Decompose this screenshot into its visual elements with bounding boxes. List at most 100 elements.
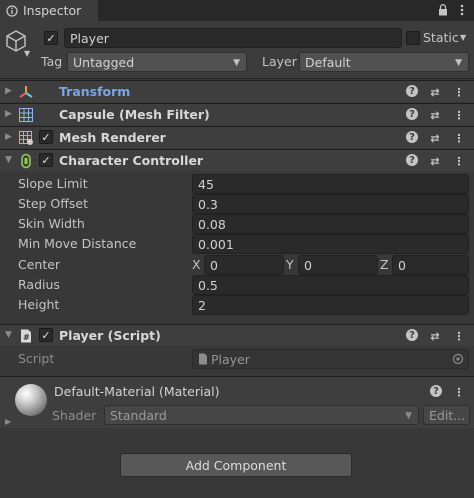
center-y-label: Y [286,257,294,272]
script-field[interactable]: Player [192,349,469,369]
material-section: ▶ Default-Material (Material) ? ⋮ Shader… [0,376,474,428]
min-move-distance-field[interactable]: 0.001 [192,234,469,254]
center-x-value: 0 [210,257,218,273]
min-move-distance-value: 0.001 [198,236,234,252]
chevron-down-icon: ▼ [233,58,240,68]
step-offset-row: Step Offset 0.3 [0,194,474,214]
step-offset-field[interactable]: 0.3 [192,194,469,214]
inspector-icon [6,4,18,17]
center-y-field[interactable]: 0 [298,255,378,275]
shader-value: Standard [110,407,167,423]
chevron-down-icon: ▼ [405,411,412,421]
static-checkbox[interactable] [406,31,420,45]
component-mesh-renderer[interactable]: ▶ ✓ Mesh Renderer ? ⇄ ⋮ [0,126,474,148]
slope-limit-label: Slope Limit [18,176,88,191]
static-dropdown-arrow-icon[interactable]: ▼ [460,33,466,42]
center-z-value: 0 [398,257,406,273]
kebab-menu-icon[interactable]: ⋮ [452,385,466,399]
skin-width-label: Skin Width [18,216,85,231]
tag-dropdown[interactable]: Untagged ▼ [67,52,247,72]
component-player-script[interactable]: ▼ # ✓ Player (Script) ? ⇄ ⋮ [0,324,474,346]
height-label: Height [18,297,60,312]
add-component-label: Add Component [185,457,287,473]
component-character-controller[interactable]: ▼ ✓ Character Controller ? ⇄ ⋮ [0,149,474,171]
kebab-menu-icon[interactable]: ⋮ [452,329,466,343]
skin-width-value: 0.08 [198,216,226,232]
foldout-collapsed-icon[interactable]: ▶ [5,417,11,426]
component-enabled-checkbox[interactable]: ✓ [39,328,53,342]
component-transform[interactable]: ▶ Transform ? ⇄ ⋮ [0,80,474,102]
help-icon[interactable]: ? [430,385,442,397]
character-controller-icon [21,153,31,169]
active-checkbox[interactable]: ✓ [44,31,58,45]
tab-bar: Inspector [0,0,474,21]
component-name: Character Controller [59,153,204,168]
kebab-menu-icon[interactable] [455,3,469,17]
script-row: Script Player [0,349,474,369]
foldout-expanded-icon[interactable]: ▼ [5,155,12,165]
presets-icon[interactable]: ⇄ [428,85,442,99]
height-value: 2 [198,297,206,313]
center-row: Center X 0 Y 0 Z 0 [0,255,474,275]
tab-title: Inspector [23,3,82,18]
height-row: Height 2 [0,295,474,315]
foldout-collapsed-icon[interactable]: ▶ [5,132,12,142]
object-name-field[interactable]: Player [64,28,402,48]
edit-shader-button[interactable]: Edit... [423,405,470,425]
shader-dropdown[interactable]: Standard ▼ [104,405,419,425]
kebab-menu-icon[interactable]: ⋮ [452,131,466,145]
material-preview-sphere-icon [15,384,47,416]
tag-label: Tag [41,54,63,69]
layer-value: Default [305,54,351,70]
object-picker-icon[interactable] [452,353,464,365]
gameobject-header: ▼ ✓ Player Static ▼ Tag Untagged ▼ Layer… [0,21,474,79]
material-name: Default-Material (Material) [54,384,220,399]
height-field[interactable]: 2 [192,295,469,315]
center-z-label: Z [380,257,389,272]
tag-value: Untagged [73,54,135,70]
lock-icon[interactable] [436,3,450,17]
center-x-label: X [192,257,201,272]
component-enabled-checkbox[interactable]: ✓ [39,130,53,144]
tab-inspector[interactable]: Inspector [0,0,98,21]
layer-dropdown[interactable]: Default ▼ [299,52,469,72]
component-name: Player (Script) [59,328,161,343]
radius-label: Radius [18,277,60,292]
presets-icon[interactable]: ⇄ [428,131,442,145]
kebab-menu-icon[interactable]: ⋮ [452,85,466,99]
help-icon[interactable]: ? [406,154,418,166]
component-enabled-checkbox[interactable]: ✓ [39,153,53,167]
help-icon[interactable]: ? [406,108,418,120]
kebab-menu-icon[interactable]: ⋮ [452,154,466,168]
icon-dropdown-arrow-icon[interactable]: ▼ [24,49,30,58]
shader-label: Shader [52,408,97,423]
foldout-collapsed-icon[interactable]: ▶ [5,86,12,96]
foldout-collapsed-icon[interactable]: ▶ [5,109,12,119]
script-icon: # [21,329,31,343]
foldout-expanded-icon[interactable]: ▼ [5,330,12,340]
slope-limit-row: Slope Limit 45 [0,174,474,194]
radius-field[interactable]: 0.5 [192,275,469,295]
slope-limit-field[interactable]: 45 [192,174,469,194]
help-icon[interactable]: ? [406,329,418,341]
center-y-value: 0 [304,257,312,273]
presets-icon[interactable]: ⇄ [428,329,442,343]
component-name: Capsule (Mesh Filter) [59,107,210,122]
radius-row: Radius 0.5 [0,275,474,295]
presets-icon[interactable]: ⇄ [428,108,442,122]
component-mesh-filter[interactable]: ▶ Capsule (Mesh Filter) ? ⇄ ⋮ [0,103,474,125]
script-label: Script [18,351,55,366]
step-offset-label: Step Offset [18,196,88,211]
kebab-menu-icon[interactable]: ⋮ [452,108,466,122]
center-label: Center [18,257,61,272]
help-icon[interactable]: ? [406,85,418,97]
min-move-distance-label: Min Move Distance [18,236,137,251]
skin-width-field[interactable]: 0.08 [192,214,469,234]
center-z-field[interactable]: 0 [392,255,469,275]
help-icon[interactable]: ? [406,131,418,143]
grid-icon [19,108,33,122]
add-component-button[interactable]: Add Component [120,453,352,477]
radius-value: 0.5 [198,277,218,293]
center-x-field[interactable]: 0 [204,255,284,275]
presets-icon[interactable]: ⇄ [428,154,442,168]
